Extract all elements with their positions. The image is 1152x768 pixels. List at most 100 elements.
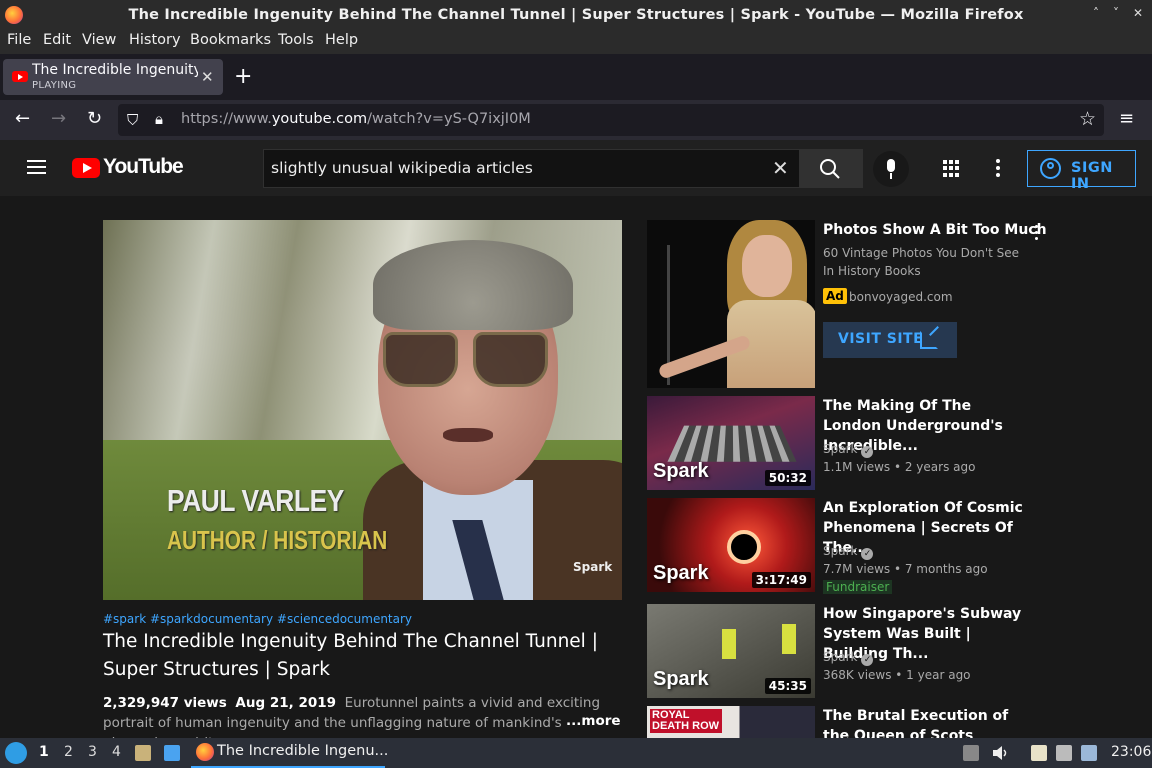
- menu-view[interactable]: View: [82, 32, 116, 48]
- video-thumbnail[interactable]: Spark 50:32: [647, 396, 815, 490]
- video-description[interactable]: 2,329,947 views Aug 21, 2019 Eurotunnel …: [103, 693, 613, 738]
- recommendation-item[interactable]: Spark 3:17:49 An Exploration Of Cosmic P…: [647, 498, 1047, 594]
- thumbnail-channel-overlay: Spark: [653, 562, 709, 584]
- recommendation-channel[interactable]: Spark ✓: [823, 650, 874, 666]
- ad-title[interactable]: Photos Show A Bit Too Much: [823, 222, 1047, 238]
- view-count: 2,329,947 views: [103, 695, 227, 711]
- firefox-task-icon: [196, 743, 214, 761]
- menu-help[interactable]: Help: [325, 32, 358, 48]
- video-title: The Incredible Ingenuity Behind The Chan…: [103, 631, 598, 680]
- taskbar-firefox-window[interactable]: The Incredible Ingenu...: [191, 738, 388, 768]
- maximize-button[interactable]: ˅: [1113, 6, 1119, 20]
- url-host: youtube.com: [271, 111, 368, 127]
- video-player[interactable]: PAUL VARLEY AUTHOR / HISTORIAN Spark: [103, 220, 622, 600]
- youtube-wordmark[interactable]: YouTube: [103, 155, 184, 179]
- menu-history[interactable]: History: [129, 32, 181, 48]
- workspace-1[interactable]: 1: [39, 744, 49, 760]
- clipboard-icon[interactable]: [1031, 745, 1047, 761]
- thumbnail-black-hole-art: [727, 530, 761, 564]
- recommendation-item[interactable]: ROYAL DEATH ROW The Brutal Execution of …: [647, 706, 1047, 738]
- recommendation-item[interactable]: Spark 45:35 How Singapore's Subway Syste…: [647, 604, 1047, 698]
- ad-badge: Ad: [823, 288, 847, 304]
- video-duration: 3:17:49: [751, 572, 811, 588]
- settings-kebab-icon[interactable]: [996, 159, 1000, 180]
- url-bar[interactable]: ⛉ 🔒︎ https://www.youtube.com/watch?v=yS-…: [118, 104, 1104, 136]
- youtube-logo-icon[interactable]: [72, 158, 100, 178]
- tab-playing-status: PLAYING: [32, 80, 77, 91]
- guide-menu-icon[interactable]: [27, 160, 46, 174]
- tray-storage-icon[interactable]: [963, 745, 979, 761]
- video-thumbnail[interactable]: ROYAL DEATH ROW: [647, 706, 815, 738]
- reload-button[interactable]: ↻: [87, 108, 102, 129]
- lock-icon[interactable]: 🔒︎: [155, 110, 163, 128]
- show-more-button[interactable]: ...more: [562, 713, 621, 729]
- close-tab-button[interactable]: ✕: [201, 68, 214, 86]
- recommendation-channel[interactable]: Spark ✓: [823, 544, 874, 560]
- youtube-favicon-icon: [12, 71, 28, 82]
- bookmark-star-icon[interactable]: ☆: [1079, 108, 1096, 130]
- start-menu-icon[interactable]: [5, 742, 27, 764]
- visit-site-button[interactable]: VISIT SITE: [823, 322, 957, 358]
- workspace-4[interactable]: 4: [112, 744, 121, 760]
- clock: 23:06: [1111, 744, 1152, 760]
- verified-check-icon: ✓: [861, 446, 874, 458]
- menu-bar: File Edit View History Bookmarks Tools H…: [0, 30, 1152, 54]
- ad-domain: bonvoyaged.com: [849, 290, 953, 304]
- voice-search-icon[interactable]: [873, 151, 909, 187]
- tab-youtube[interactable]: The Incredible Ingenuity PLAYING ✕: [3, 59, 223, 95]
- apps-grid-icon[interactable]: [943, 160, 960, 177]
- ad-more-options-icon[interactable]: [1035, 225, 1039, 243]
- shield-icon[interactable]: ⛉: [127, 111, 138, 129]
- close-window-button[interactable]: ✕: [1133, 6, 1143, 20]
- app-menu-button[interactable]: ≡: [1119, 108, 1134, 129]
- sign-in-label: SIGN IN: [1071, 160, 1113, 192]
- menu-file[interactable]: File: [7, 32, 31, 48]
- clear-search-icon[interactable]: ✕: [772, 156, 789, 180]
- new-tab-button[interactable]: +: [234, 64, 252, 89]
- recommendation-title[interactable]: The Brutal Execution of the Queen of Sco…: [823, 706, 1033, 738]
- search-button[interactable]: [799, 149, 863, 188]
- youtube-page: YouTube slightly unusual wikipedia artic…: [0, 140, 1152, 738]
- thumbnail-channel-overlay: Spark: [653, 460, 709, 482]
- forward-button[interactable]: →: [51, 108, 66, 129]
- search-input[interactable]: slightly unusual wikipedia articles ✕: [263, 149, 800, 188]
- minimize-button[interactable]: ˄: [1093, 6, 1099, 20]
- file-manager-icon[interactable]: [135, 745, 151, 761]
- menu-edit[interactable]: Edit: [43, 32, 71, 48]
- account-icon: [1040, 158, 1061, 179]
- workspace-3[interactable]: 3: [88, 744, 97, 760]
- back-button[interactable]: ←: [15, 108, 30, 129]
- ad-thumbnail[interactable]: [647, 220, 815, 388]
- ad-image-face: [742, 235, 792, 297]
- external-link-icon: [920, 331, 938, 349]
- firefox-logo-icon: [5, 6, 23, 24]
- channel-name: Spark: [823, 544, 858, 558]
- url-text[interactable]: https://www.youtube.com/watch?v=yS-Q7ixj…: [181, 111, 531, 127]
- tab-bar: The Incredible Ingenuity PLAYING ✕ +: [0, 54, 1152, 100]
- volume-icon[interactable]: [992, 745, 1008, 761]
- lower-third-role: AUTHOR / HISTORIAN: [167, 525, 388, 555]
- menu-bookmarks[interactable]: Bookmarks: [190, 32, 271, 48]
- visit-site-label: VISIT SITE: [838, 331, 924, 347]
- video-thumbnail[interactable]: Spark 3:17:49: [647, 498, 815, 592]
- ad-description: 60 Vintage Photos You Don't See In Histo…: [823, 246, 1020, 278]
- recommendation-stats: 1.1M views • 2 years ago: [823, 460, 976, 474]
- menu-tools[interactable]: Tools: [278, 32, 314, 48]
- thumbnail-channel-overlay: Spark: [653, 668, 709, 690]
- show-desktop-icon[interactable]: [164, 745, 180, 761]
- video-duration: 50:32: [764, 470, 811, 486]
- recommendation-channel[interactable]: Spark ✓: [823, 442, 874, 458]
- display-icon[interactable]: [1056, 745, 1072, 761]
- verified-check-icon: ✓: [861, 654, 874, 666]
- workspace-2[interactable]: 2: [64, 744, 73, 760]
- sign-in-button[interactable]: SIGN IN: [1027, 150, 1136, 192]
- navigation-bar: ← → ↻ ⛉ 🔒︎ https://www.youtube.com/watch…: [0, 100, 1152, 140]
- notification-icon[interactable]: [1081, 745, 1097, 761]
- recommendation-stats: 7.7M views • 7 months ago: [823, 562, 988, 576]
- recommendation-stats: 368K views • 1 year ago: [823, 668, 971, 682]
- video-thumbnail[interactable]: Spark 45:35: [647, 604, 815, 698]
- thumbnail-title-overlay: ROYAL DEATH ROW: [650, 709, 722, 733]
- system-taskbar: 1 2 3 4 The Incredible Ingenu... 23:06: [0, 738, 1152, 768]
- recommendation-item[interactable]: Spark 50:32 The Making Of The London Und…: [647, 396, 1047, 490]
- video-hashtags[interactable]: #spark #sparkdocumentary #sciencedocumen…: [103, 612, 412, 626]
